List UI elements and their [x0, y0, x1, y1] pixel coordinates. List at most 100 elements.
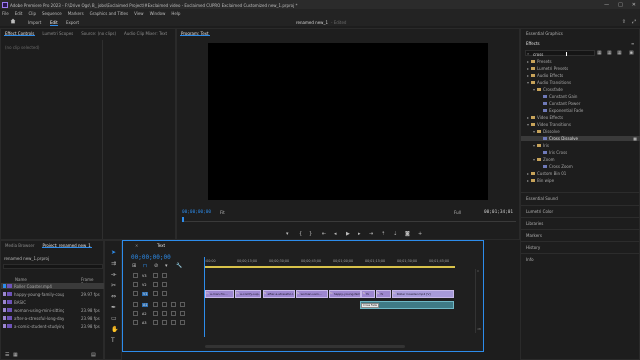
timeline-horizontal-scrollbar[interactable] — [205, 345, 405, 348]
track-lock-icon[interactable] — [133, 282, 138, 287]
panel-section-libraries[interactable]: Libraries — [521, 217, 640, 227]
razor-tool-icon[interactable]: ✂ — [111, 282, 116, 289]
extract-icon[interactable]: ⇣ — [393, 231, 397, 237]
effects-tree-item[interactable]: ▾ Zoom — [521, 157, 640, 162]
sync-lock-icon[interactable] — [153, 311, 158, 316]
mark-out-icon[interactable]: } — [309, 231, 312, 237]
menu-file[interactable]: File — [2, 11, 9, 16]
linked-selection-icon[interactable]: ⊘ — [154, 263, 158, 269]
toggle-output-icon[interactable] — [162, 320, 167, 325]
tab-effect-controls[interactable]: Effect Controls — [1, 29, 38, 36]
nest-toggle-icon[interactable]: ⊞ — [132, 263, 136, 269]
sync-lock-icon[interactable] — [153, 273, 158, 278]
video-clip[interactable]: a-comfy-sup... — [235, 290, 262, 298]
label-color-swatch[interactable] — [3, 308, 6, 312]
tab-audio-clip-mixer[interactable]: Audio Clip Mixer: Text — [120, 29, 171, 36]
quick-export-icon[interactable]: ⇪ — [622, 19, 626, 25]
label-color-swatch[interactable] — [3, 292, 6, 296]
solo-icon[interactable] — [180, 302, 185, 307]
effects-tree-item[interactable]: ▸ Bin wipe — [521, 178, 640, 183]
project-search-input[interactable] — [3, 264, 103, 269]
32bit-filter-icon[interactable]: ▦ — [607, 50, 612, 56]
fullscreen-icon[interactable]: ⤢ — [632, 19, 636, 25]
essential-graphics-label[interactable]: Essential Graphics — [526, 31, 563, 36]
sync-lock-icon[interactable] — [153, 282, 158, 287]
close-window-button[interactable]: ✕ — [632, 2, 636, 8]
pen-tool-icon[interactable]: ✒ — [111, 304, 116, 311]
mark-in-icon[interactable]: { — [299, 231, 302, 237]
mute-icon[interactable] — [171, 320, 176, 325]
selection-tool-icon[interactable]: ➤ — [111, 249, 116, 256]
accelerated-filter-icon[interactable]: ▦ — [597, 50, 602, 56]
add-marker-timeline-icon[interactable]: ▾ — [165, 263, 168, 269]
track-lock-icon[interactable] — [133, 320, 138, 325]
home-icon[interactable] — [10, 18, 16, 24]
tab-effects[interactable]: Effects — [526, 41, 540, 46]
toggle-output-icon[interactable] — [162, 291, 167, 296]
track-lock-icon[interactable] — [133, 273, 138, 278]
add-marker-icon[interactable]: ▾ — [286, 231, 289, 237]
video-clip[interactable]: a-man-fro... — [205, 290, 234, 298]
track-header-a3[interactable]: A3 — [133, 319, 203, 327]
label-color-swatch[interactable] — [3, 300, 6, 304]
column-name-header[interactable]: Name — [15, 277, 27, 282]
toggle-output-icon[interactable] — [162, 311, 167, 316]
track-header-a1[interactable]: A1 — [133, 301, 203, 309]
panel-section-info[interactable]: Info — [521, 253, 640, 263]
go-to-out-icon[interactable]: ⇥ — [369, 231, 373, 237]
menu-graphics-and-titles[interactable]: Graphics and Titles — [90, 11, 128, 16]
effects-tree-item[interactable]: ▸ Video Effects — [521, 115, 640, 120]
menu-help[interactable]: Help — [171, 11, 180, 16]
track-lock-icon[interactable] — [133, 302, 138, 307]
project-item-row[interactable]: a-comic-student-studying-in... 23.98 fps — [1, 323, 105, 329]
effects-tree-item[interactable]: ▸ Audio Effects — [521, 73, 640, 78]
effects-tree-item[interactable]: Cross Dissolve ▦ — [521, 136, 640, 141]
effects-tree-item[interactable]: ▾ Dissolve — [521, 129, 640, 134]
zoom-select[interactable]: Fit — [220, 210, 225, 215]
timeline-ruler[interactable]: :00:00 00;00;15;00 00;00;30;00 00;00;45;00 0… — [205, 258, 475, 270]
playhead-timecode[interactable]: 00;00;00;00 — [182, 210, 211, 215]
effects-tree-item[interactable]: ▾ Video Transitions — [521, 122, 640, 127]
workspace-tab-edit[interactable]: Edit — [50, 20, 58, 26]
video-clip[interactable]: Roller Coaster.mp4 [V] — [391, 290, 454, 298]
label-color-swatch[interactable] — [3, 316, 6, 320]
track-lock-icon[interactable] — [133, 291, 138, 296]
effects-search-input[interactable]: cross — [533, 52, 543, 57]
program-video-frame[interactable] — [208, 43, 488, 200]
track-lock-icon[interactable] — [133, 311, 138, 316]
step-forward-icon[interactable]: ▸ — [358, 231, 361, 237]
project-item-row[interactable]: Roller Coaster.mp4 — [1, 283, 105, 289]
track-select-icon[interactable]: ⇉ — [111, 260, 116, 267]
work-area-bar[interactable] — [205, 266, 455, 268]
snap-icon[interactable]: ⊓ — [143, 263, 147, 269]
minimize-button[interactable]: — — [604, 2, 609, 8]
video-clip[interactable]: happy-young-family... — [328, 290, 361, 298]
tab-source[interactable]: Source: (no clips) — [77, 29, 120, 36]
effects-tree-item[interactable]: ▾ Iris — [521, 143, 640, 148]
tab-project[interactable]: Project: renamed new_1 — [39, 241, 95, 248]
effects-menu-icon[interactable]: ≡ — [631, 41, 634, 46]
label-color-swatch[interactable] — [3, 284, 6, 288]
video-clip[interactable]: after-a-stressful-l... — [262, 290, 295, 298]
hand-tool-icon[interactable]: ✋ — [111, 326, 118, 333]
panel-section-markers[interactable]: Markers — [521, 229, 640, 239]
effects-tree-item[interactable]: ▸ Presets — [521, 59, 640, 64]
panel-section-history[interactable]: History — [521, 241, 640, 251]
project-item-row[interactable]: after-a-stressful-long-day-in... 23.98 fp… — [1, 315, 105, 321]
effects-tree-item[interactable]: Constant Power — [521, 101, 640, 106]
effects-tree-item[interactable]: Cross Zoom — [521, 164, 640, 169]
tab-media-browser[interactable]: Media Browser — [1, 241, 39, 248]
export-frame-icon[interactable]: ◙ — [405, 231, 410, 237]
new-bin-icon[interactable]: ▣ — [629, 50, 634, 56]
program-playhead[interactable] — [182, 217, 184, 222]
effects-tree-item[interactable]: Constant Gain — [521, 94, 640, 99]
program-time-ruler[interactable] — [182, 218, 516, 222]
workspace-tab-export[interactable]: Export — [66, 20, 79, 25]
effects-tree-item[interactable]: ▸ Custom Bin 01 — [521, 171, 640, 176]
track-header-v1[interactable]: V1 — [133, 290, 203, 298]
menu-view[interactable]: View — [134, 11, 144, 16]
slip-tool-icon[interactable]: ⇔ — [111, 293, 116, 300]
maximize-button[interactable]: □ — [618, 2, 623, 8]
project-item-row[interactable]: woman-using-mini-sitting... 23.98 fps — [1, 307, 105, 313]
sync-lock-icon[interactable] — [153, 320, 158, 325]
